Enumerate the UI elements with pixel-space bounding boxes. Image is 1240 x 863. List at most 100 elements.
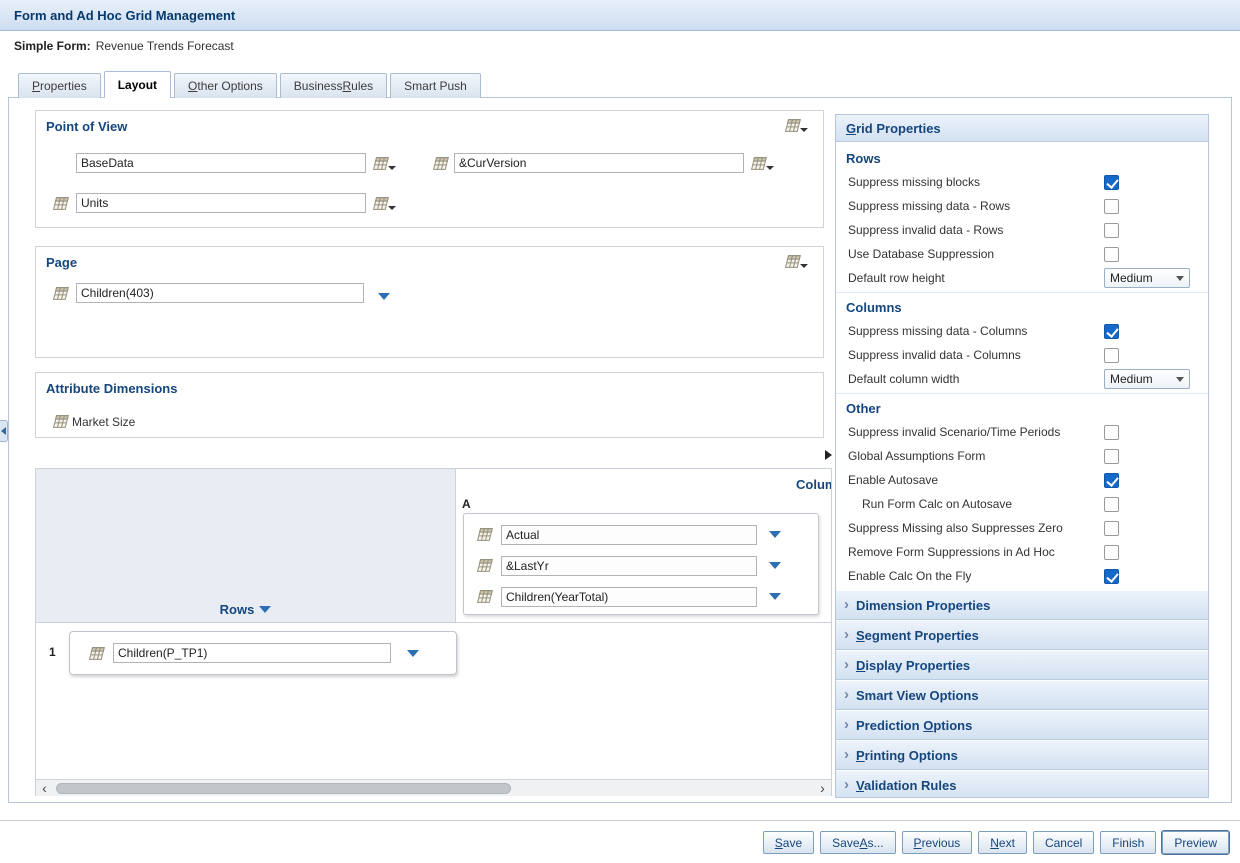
collapse-left-handle[interactable] [0, 420, 8, 442]
tab-properties[interactable]: Properties [18, 73, 101, 98]
checkbox-enable-autosave[interactable] [1104, 473, 1119, 488]
page-member-input[interactable] [76, 283, 364, 303]
checkbox-suppress-missing-data-columns[interactable] [1104, 324, 1119, 339]
pov-member-input-units[interactable] [76, 193, 366, 213]
cancel-button[interactable]: Cancel [1033, 831, 1094, 854]
page-member-dropdown-arrow[interactable] [378, 289, 390, 303]
accordion-title: Dimension Properties [856, 598, 990, 613]
member-dropdown-arrow[interactable] [769, 531, 781, 538]
row-number: 1 [49, 645, 56, 659]
property-label: Suppress invalid data - Rows [848, 223, 1104, 237]
property-label: Use Database Suppression [848, 247, 1104, 261]
pov-member-input-basedata[interactable] [76, 153, 366, 173]
checkbox-suppress-missing-blocks[interactable] [1104, 175, 1119, 190]
member-selector-icon[interactable] [750, 155, 774, 172]
tab-smart-push[interactable]: Smart Push [390, 73, 481, 98]
default-row-height-select[interactable]: Medium [1104, 268, 1190, 288]
checkbox-suppress-missing-also-suppresses-zero[interactable] [1104, 521, 1119, 536]
checkbox-suppress-invalid-scenario-time-periods[interactable] [1104, 425, 1119, 440]
scroll-right-button[interactable]: › [814, 780, 831, 796]
checkbox-suppress-invalid-data-columns[interactable] [1104, 348, 1119, 363]
default-column-width-select[interactable]: Medium [1104, 369, 1190, 389]
section-title-rows: Rows [836, 146, 1208, 170]
collapse-right-icon [825, 450, 832, 460]
row-member-input[interactable] [113, 643, 391, 663]
property-label: Enable Calc On the Fly [848, 569, 1104, 583]
columns-label: Columns [796, 477, 831, 492]
member-dropdown-arrow[interactable] [769, 593, 781, 600]
column-member-input[interactable] [501, 525, 757, 545]
checkbox-global-assumptions-form[interactable] [1104, 449, 1119, 464]
chevron-down-icon [766, 166, 774, 170]
page-actions-icon[interactable] [784, 253, 808, 270]
member-selector-icon[interactable] [372, 155, 396, 172]
accordion-display-properties[interactable]: › Display Properties [836, 650, 1208, 680]
checkbox-suppress-missing-data-rows[interactable] [1104, 199, 1119, 214]
property-label: Global Assumptions Form [848, 449, 1104, 463]
accordion-dimension-properties[interactable]: › Dimension Properties [836, 590, 1208, 620]
scroll-left-button[interactable]: ‹ [36, 780, 53, 796]
row-members-box [69, 631, 457, 675]
rows-dropdown-arrow[interactable] [259, 606, 271, 613]
property-row: Remove Form Suppressions in Ad Hoc [836, 540, 1208, 564]
chevron-right-icon: › [844, 627, 849, 642]
select-value: Medium [1110, 372, 1153, 386]
property-label: Suppress Missing also Suppresses Zero [848, 521, 1104, 535]
pov-actions-icon[interactable] [784, 117, 808, 134]
previous-button[interactable]: Previous [902, 831, 973, 854]
checkbox-remove-form-suppressions-in-ad-hoc[interactable] [1104, 545, 1119, 560]
property-label: Suppress missing data - Rows [848, 199, 1104, 213]
form-header: Simple Form: Revenue Trends Forecast [0, 31, 1240, 61]
preview-button[interactable]: Preview [1162, 831, 1229, 854]
collapse-right-handle[interactable] [825, 448, 835, 462]
property-row: Suppress invalid data - Columns [836, 343, 1208, 367]
accordion-title: Prediction Options [856, 718, 972, 733]
checkbox-enable-calc-on-the-fly[interactable] [1104, 569, 1119, 584]
accordion-segment-properties[interactable]: › Segment Properties [836, 620, 1208, 650]
scrollbar-thumb[interactable] [56, 783, 511, 794]
pov-member-input-curversion[interactable] [454, 153, 744, 173]
tab-other-options[interactable]: Other Options [174, 73, 277, 98]
dimension-icon [476, 557, 493, 574]
tab-layout[interactable]: Layout [104, 71, 171, 98]
collapse-left-icon [1, 427, 6, 435]
chevron-right-icon: › [844, 747, 849, 762]
section-divider [836, 393, 1208, 394]
chevron-right-icon: › [844, 597, 849, 612]
accordion-smart-view-options[interactable]: › Smart View Options [836, 680, 1208, 710]
next-button[interactable]: Next [978, 831, 1027, 854]
accordion-printing-options[interactable]: › Printing Options [836, 740, 1208, 770]
accordion-validation-rules[interactable]: › Validation Rules [836, 770, 1208, 798]
accordion-prediction-options[interactable]: › Prediction Options [836, 710, 1208, 740]
column-members-box [463, 513, 819, 615]
member-selector-icon[interactable] [372, 195, 396, 212]
finish-button[interactable]: Finish [1100, 831, 1156, 854]
member-dropdown-arrow[interactable] [407, 650, 419, 657]
checkbox-suppress-invalid-data-rows[interactable] [1104, 223, 1119, 238]
dimension-icon [750, 155, 767, 172]
checkbox-use-database-suppression[interactable] [1104, 247, 1119, 262]
content-frame: Point of View [8, 97, 1232, 803]
member-dropdown-arrow[interactable] [769, 562, 781, 569]
select-value: Medium [1110, 271, 1153, 285]
property-row: Use Database Suppression [836, 242, 1208, 266]
property-label: Suppress missing blocks [848, 175, 1104, 189]
page-panel: Page [35, 246, 824, 358]
column-member-input[interactable] [501, 587, 757, 607]
save-button[interactable]: Save [763, 831, 814, 854]
app-window: Form and Ad Hoc Grid Management Simple F… [0, 0, 1240, 863]
column-member-input[interactable] [501, 556, 757, 576]
horizontal-scrollbar[interactable]: ‹ › [36, 779, 831, 796]
save-as-button[interactable]: Save As... [820, 831, 895, 854]
chevron-down-icon [800, 264, 808, 268]
tab-business-rules[interactable]: Business Rules [280, 73, 387, 98]
accordion-title: Display Properties [856, 658, 970, 673]
checkbox-run-form-calc-on-autosave[interactable] [1104, 497, 1119, 512]
property-label: Enable Autosave [848, 473, 1104, 487]
grid-corner-cell: Rows [36, 469, 456, 623]
accordion-title: Printing Options [856, 748, 958, 763]
scrollbar-track[interactable] [53, 780, 814, 796]
tab-strip: Properties Layout Other Options Business… [18, 71, 484, 98]
section-title-other: Other [836, 396, 1208, 420]
rows-label: Rows [220, 602, 255, 617]
